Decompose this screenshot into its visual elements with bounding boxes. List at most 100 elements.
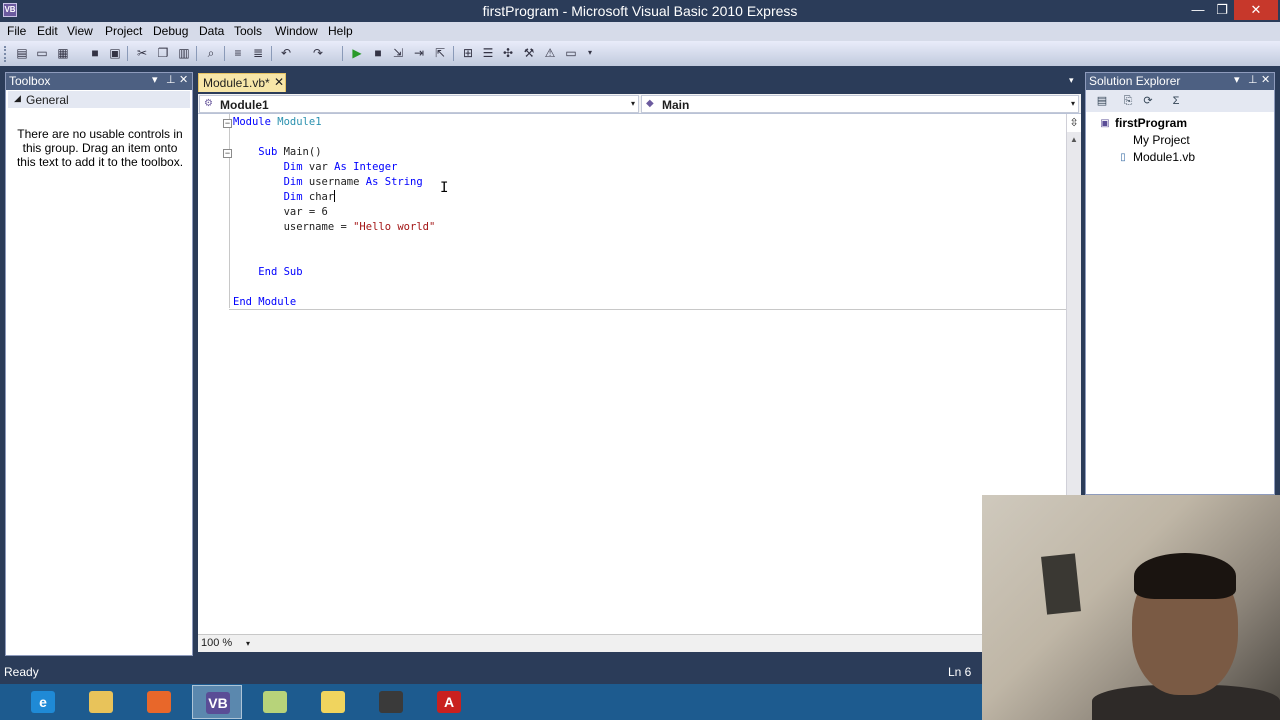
code-line[interactable]: End Sub <box>233 265 302 280</box>
undo-icon[interactable]: ↶ <box>278 45 294 61</box>
toolbar-grip[interactable] <box>4 46 7 62</box>
refresh-icon[interactable]: ⟳ <box>1140 93 1156 109</box>
tab-close-icon[interactable]: ✕ <box>274 75 284 89</box>
code-line[interactable]: Module Module1 <box>233 115 322 130</box>
tree-item-my-project[interactable]: My Project <box>1116 133 1190 148</box>
toolbox-dropdown-icon[interactable]: ▾ <box>152 73 158 86</box>
code-line[interactable]: Sub Main() <box>233 145 321 160</box>
step-into-icon[interactable]: ⇲ <box>390 45 406 61</box>
open-icon[interactable]: ▭ <box>34 45 50 61</box>
minimize-button[interactable]: — <box>1186 0 1210 20</box>
windows-taskbar: e VB A <box>0 684 982 720</box>
toolbox-group-general[interactable]: ◢ General <box>8 91 190 108</box>
stop-icon[interactable]: ■ <box>370 45 386 61</box>
taskbar-item[interactable] <box>76 685 126 719</box>
title-bar: VB firstProgram - Microsoft Visual Basic… <box>0 0 1280 22</box>
menu-view[interactable]: View <box>67 24 93 38</box>
menu-debug[interactable]: Debug <box>153 24 188 38</box>
view-code-icon[interactable]: Σ <box>1168 93 1184 109</box>
split-window-icon[interactable]: ⇳ <box>1067 114 1081 132</box>
chevron-down-icon[interactable]: ▾ <box>631 99 635 108</box>
method-name-value: Main <box>662 98 690 112</box>
find-icon[interactable]: ⌕ <box>203 45 219 61</box>
code-line[interactable]: End Module <box>233 295 296 310</box>
menu-project[interactable]: Project <box>105 24 142 38</box>
code-line[interactable]: Dim username As String <box>233 175 423 190</box>
save-all-icon[interactable]: ▣ <box>107 45 123 61</box>
scroll-up-icon[interactable]: ▲ <box>1067 132 1081 148</box>
standard-toolbar: ▤ ▭ ▦ ■ ▣ ✂ ❐ ▥ ⌕ ≡ ≣ ↶ ↷ ▶ ■ ⇲ ⇥ ⇱ ⊞ ☰ … <box>0 41 1280 66</box>
tab-module1[interactable]: Module1.vb* ✕ <box>198 73 286 92</box>
properties-icon[interactable]: ☰ <box>480 45 496 61</box>
taskbar-item[interactable] <box>366 685 416 719</box>
solution-explorer-icon[interactable]: ⊞ <box>460 45 476 61</box>
tree-project-node[interactable]: ▣ firstProgram <box>1098 116 1187 131</box>
save-icon[interactable]: ■ <box>87 45 103 61</box>
toolbox-icon[interactable]: ⚒ <box>521 45 537 61</box>
code-line[interactable]: Dim char <box>233 190 336 205</box>
code-navigation-bar: ⚙ Module1 ▾ ◆ Main ▾ <box>198 94 1081 114</box>
toolbar-options-icon[interactable]: ▾ <box>582 45 598 61</box>
code-editor[interactable]: − − Module Module1 Sub Main() Dim var As… <box>198 114 1067 634</box>
method-name-combo[interactable]: ◆ Main ▾ <box>641 95 1079 113</box>
fold-toggle-sub[interactable]: − <box>223 149 232 158</box>
menu-help[interactable]: Help <box>328 24 353 38</box>
taskbar-item[interactable] <box>250 685 300 719</box>
code-line[interactable]: username = "Hello world" <box>233 220 436 235</box>
toolbox-title: Toolbox <box>9 74 51 88</box>
step-out-icon[interactable]: ⇱ <box>432 45 448 61</box>
uncomment-icon[interactable]: ≣ <box>250 45 266 61</box>
taskbar-item[interactable]: VB <box>192 685 242 719</box>
gutter-divider <box>229 114 230 308</box>
document-tab-strip: Module1.vb* ✕ ▾ <box>193 72 1083 92</box>
code-line[interactable]: Dim var As Integer <box>233 160 398 175</box>
zoom-bar: 100 % ▾ <box>198 634 983 652</box>
project-icon: ▣ <box>1100 117 1110 129</box>
toolbox-close-icon[interactable]: ✕ <box>179 73 188 86</box>
close-button[interactable]: ✕ <box>1234 0 1278 20</box>
tab-label: Module1.vb* <box>203 76 270 90</box>
solution-dropdown-icon[interactable]: ▾ <box>1234 73 1240 86</box>
properties-icon[interactable]: ▤ <box>1094 93 1110 109</box>
output-icon[interactable]: ▭ <box>563 45 579 61</box>
maximize-button[interactable]: ❐ <box>1210 0 1234 20</box>
add-item-icon[interactable]: ▦ <box>55 45 71 61</box>
taskbar-item[interactable]: e <box>18 685 68 719</box>
zoom-dropdown-icon[interactable]: ▾ <box>246 639 250 648</box>
menu-file[interactable]: File <box>7 24 26 38</box>
active-files-dropdown-icon[interactable]: ▾ <box>1069 75 1074 86</box>
group-collapse-icon[interactable]: ◢ <box>14 93 21 104</box>
zoom-level[interactable]: 100 % <box>201 637 232 649</box>
comment-icon[interactable]: ≡ <box>230 45 246 61</box>
menu-data[interactable]: Data <box>199 24 224 38</box>
error-list-icon[interactable]: ⚠ <box>542 45 558 61</box>
fold-toggle-module[interactable]: − <box>223 119 232 128</box>
solution-pin-icon[interactable]: ⊥ <box>1248 73 1258 86</box>
taskbar-item[interactable] <box>308 685 358 719</box>
cut-icon[interactable]: ✂ <box>134 45 150 61</box>
menu-bar: File Edit View Project Debug Data Tools … <box>0 22 1280 41</box>
internet-explorer-icon: e <box>31 691 55 713</box>
code-line[interactable]: var = 6 <box>233 205 328 220</box>
chevron-down-icon[interactable]: ▾ <box>1071 99 1075 108</box>
paste-icon[interactable]: ▥ <box>176 45 192 61</box>
step-over-icon[interactable]: ⇥ <box>411 45 427 61</box>
redo-icon[interactable]: ↷ <box>310 45 326 61</box>
show-all-files-icon[interactable]: ⎘ <box>1120 93 1136 109</box>
taskbar-item[interactable] <box>134 685 184 719</box>
new-project-icon[interactable]: ▤ <box>14 45 30 61</box>
copy-icon[interactable]: ❐ <box>155 45 171 61</box>
start-debugging-icon[interactable]: ▶ <box>349 45 365 61</box>
webcam-overlay <box>982 495 1280 720</box>
toolbox-pin-icon[interactable]: ⊥ <box>166 73 176 86</box>
object-browser-icon[interactable]: ✣ <box>500 45 516 61</box>
menu-edit[interactable]: Edit <box>37 24 58 38</box>
taskbar-item[interactable]: A <box>424 685 474 719</box>
menu-tools[interactable]: Tools <box>234 24 262 38</box>
editor-vertical-scrollbar[interactable]: ⇳ ▲ <box>1066 114 1081 495</box>
class-name-combo[interactable]: ⚙ Module1 ▾ <box>199 95 639 113</box>
tree-item-module1[interactable]: ▯ Module1.vb <box>1116 150 1195 165</box>
my-project-icon <box>1116 134 1130 148</box>
menu-window[interactable]: Window <box>275 24 318 38</box>
solution-close-icon[interactable]: ✕ <box>1261 73 1270 86</box>
